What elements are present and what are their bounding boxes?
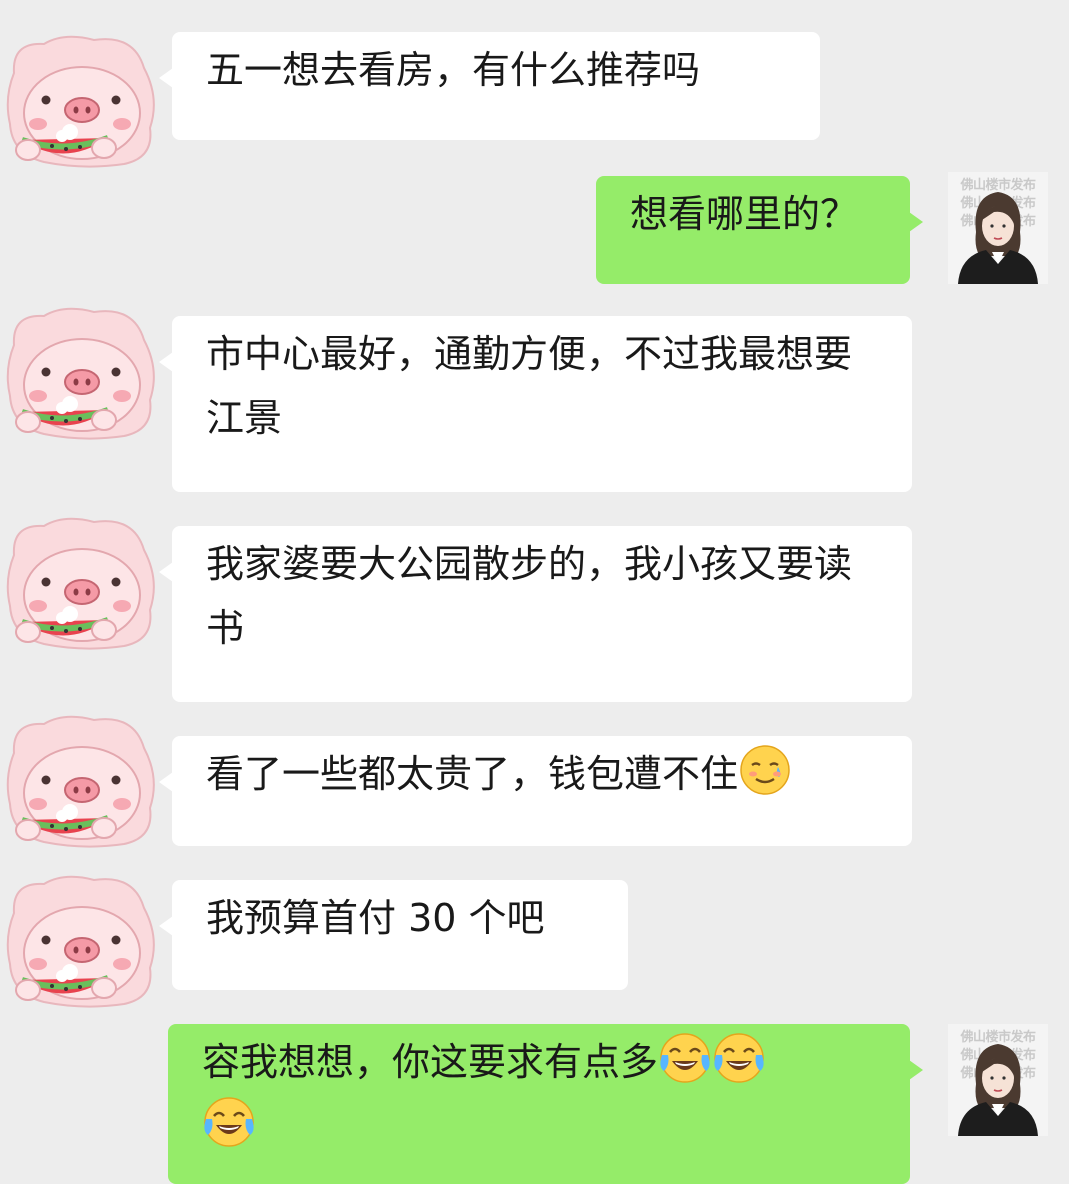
pig-avatar-icon[interactable] <box>4 28 160 168</box>
agent-avatar[interactable]: 佛山楼市发布 佛山楼市发布 佛山楼市发布 <box>948 172 1048 284</box>
face-with-tears-of-joy-icon <box>202 1095 256 1149</box>
message-text: 我预算首付 30 个吧 <box>206 896 545 940</box>
message-text: 市中心最好，通勤方便，不过我最想要江景 <box>206 332 853 440</box>
message-bubble[interactable]: 看了一些都太贵了，钱包遭不住 <box>159 736 912 846</box>
message-bubble[interactable]: 我家婆要大公园散步的，我小孩又要读书 <box>159 526 912 702</box>
pig-avatar-icon[interactable] <box>4 868 160 1008</box>
woman-in-black-suit-icon <box>948 1024 1048 1136</box>
message-bubble[interactable]: 五一想去看房，有什么推荐吗 <box>159 32 820 140</box>
message-bubble[interactable]: 想看哪里的？ <box>596 176 923 284</box>
message-text: 看了一些都太贵了，钱包遭不住 <box>206 752 739 796</box>
pig-avatar-icon[interactable] <box>4 708 160 848</box>
message-text: 五一想去看房，有什么推荐吗 <box>206 48 701 92</box>
smiling-face-with-tear-icon <box>738 743 792 797</box>
message-bubble[interactable]: 容我想想，你这要求有点多 <box>168 1024 923 1184</box>
message-bubble[interactable]: 我预算首付 30 个吧 <box>159 880 628 990</box>
face-with-tears-of-joy-icon <box>658 1031 712 1085</box>
message-bubble[interactable]: 市中心最好，通勤方便，不过我最想要江景 <box>159 316 912 492</box>
pig-avatar-icon[interactable] <box>4 510 160 650</box>
message-text: 我家婆要大公园散步的，我小孩又要读书 <box>206 542 853 650</box>
woman-in-black-suit-icon <box>948 172 1048 284</box>
agent-avatar[interactable]: 佛山楼市发布 佛山楼市发布 佛山楼市发布 <box>948 1024 1048 1136</box>
message-text: 容我想想，你这要求有点多 <box>202 1040 659 1084</box>
pig-avatar-icon[interactable] <box>4 300 160 440</box>
message-text: 想看哪里的？ <box>630 192 859 236</box>
face-with-tears-of-joy-icon <box>712 1031 766 1085</box>
